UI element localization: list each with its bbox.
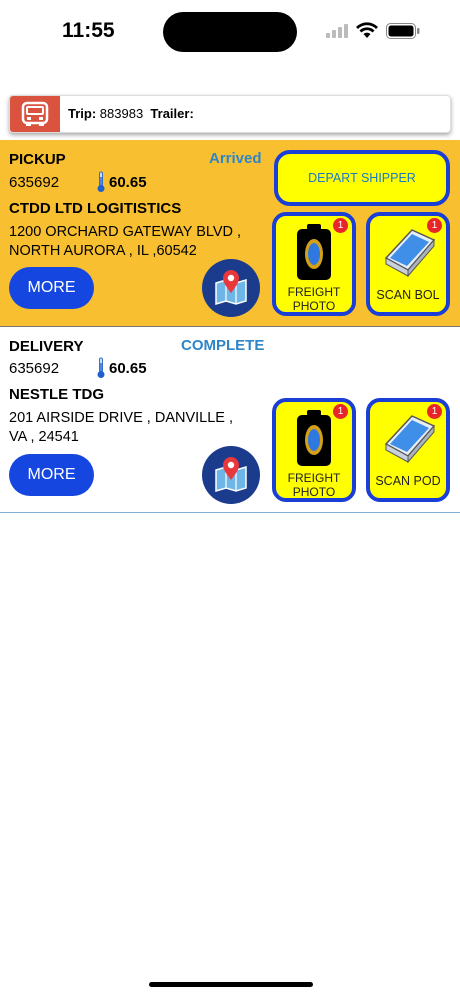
thermometer-icon: [97, 171, 105, 192]
scanner-icon: [384, 415, 436, 464]
scanner-icon: [384, 229, 436, 278]
trip-number: 883983: [99, 106, 144, 121]
status-bar: 11:55: [0, 0, 460, 60]
delivery-stop-card: DELIVERY COMPLETE 635692 60.65 NESTLE TD…: [0, 328, 460, 513]
trailer-label: Trailer:: [150, 106, 194, 121]
pickup-title: PICKUP: [9, 151, 66, 168]
delivery-company: NESTLE TDG: [9, 386, 105, 403]
home-indicator[interactable]: [149, 982, 313, 987]
pickup-freight-photo-button[interactable]: 1 FREIGHT PHOTO: [272, 212, 356, 316]
pickup-number: 635692: [9, 174, 60, 191]
pickup-map-button[interactable]: [202, 259, 260, 317]
scan-bol-label: SCAN BOL: [376, 288, 440, 302]
delivery-address: 201 AIRSIDE DRIVE , DANVILLE , VA , 2454…: [9, 409, 259, 447]
delivery-title: DELIVERY: [9, 338, 84, 355]
scan-bol-button[interactable]: 1 SCAN BOL: [366, 212, 450, 316]
wifi-icon: [356, 22, 378, 38]
pickup-freight-photo-label-2: PHOTO: [292, 299, 336, 313]
dynamic-island: [163, 12, 297, 52]
scan-pod-button[interactable]: 1 SCAN POD: [366, 398, 450, 502]
delivery-status: COMPLETE: [181, 337, 265, 354]
pickup-stop-card: PICKUP Arrived 635692 60.65 CTDD LTD LOG…: [0, 140, 460, 327]
delivery-freight-photo-label-2: PHOTO: [292, 485, 336, 499]
delivery-freight-photo-label-1: FREIGHT: [287, 471, 341, 485]
camera-icon: [297, 224, 331, 280]
cellular-signal-icon: [326, 24, 348, 38]
pickup-status: Arrived: [209, 150, 262, 167]
truck-icon: [10, 96, 60, 132]
pickup-address: 1200 ORCHARD GATEWAY BLVD , NORTH AURORA…: [9, 223, 259, 261]
battery-icon: [386, 23, 420, 39]
thermometer-icon: [97, 357, 105, 378]
delivery-freight-photo-button[interactable]: 1 FREIGHT PHOTO: [272, 398, 356, 502]
delivery-freight-photo-badge: 1: [333, 404, 348, 419]
delivery-address-line2: VA , 24541: [9, 429, 79, 445]
pickup-freight-photo-badge: 1: [333, 218, 348, 233]
delivery-number: 635692: [9, 360, 60, 377]
pickup-temperature: 60.65: [109, 174, 147, 191]
trip-bar: Trip: 883983 Trailer:: [9, 95, 451, 133]
delivery-more-button[interactable]: MORE: [9, 454, 94, 496]
pickup-company: CTDD LTD LOGITISTICS: [9, 200, 182, 217]
depart-shipper-button[interactable]: DEPART SHIPPER: [274, 150, 450, 206]
delivery-map-button[interactable]: [202, 446, 260, 504]
camera-icon: [297, 410, 331, 466]
pickup-more-button[interactable]: MORE: [9, 267, 94, 309]
trip-info: Trip: 883983 Trailer:: [68, 106, 194, 121]
status-time: 11:55: [62, 19, 115, 42]
delivery-temperature: 60.65: [109, 360, 147, 377]
pickup-freight-photo-label-1: FREIGHT: [287, 285, 341, 299]
map-icon: [215, 270, 247, 306]
map-icon: [215, 457, 247, 493]
pickup-address-line1: 1200 ORCHARD GATEWAY BLVD ,: [9, 224, 242, 240]
trip-label: Trip:: [68, 106, 97, 121]
scan-pod-label: SCAN POD: [375, 474, 441, 488]
delivery-address-line1: 201 AIRSIDE DRIVE , DANVILLE ,: [9, 410, 234, 426]
